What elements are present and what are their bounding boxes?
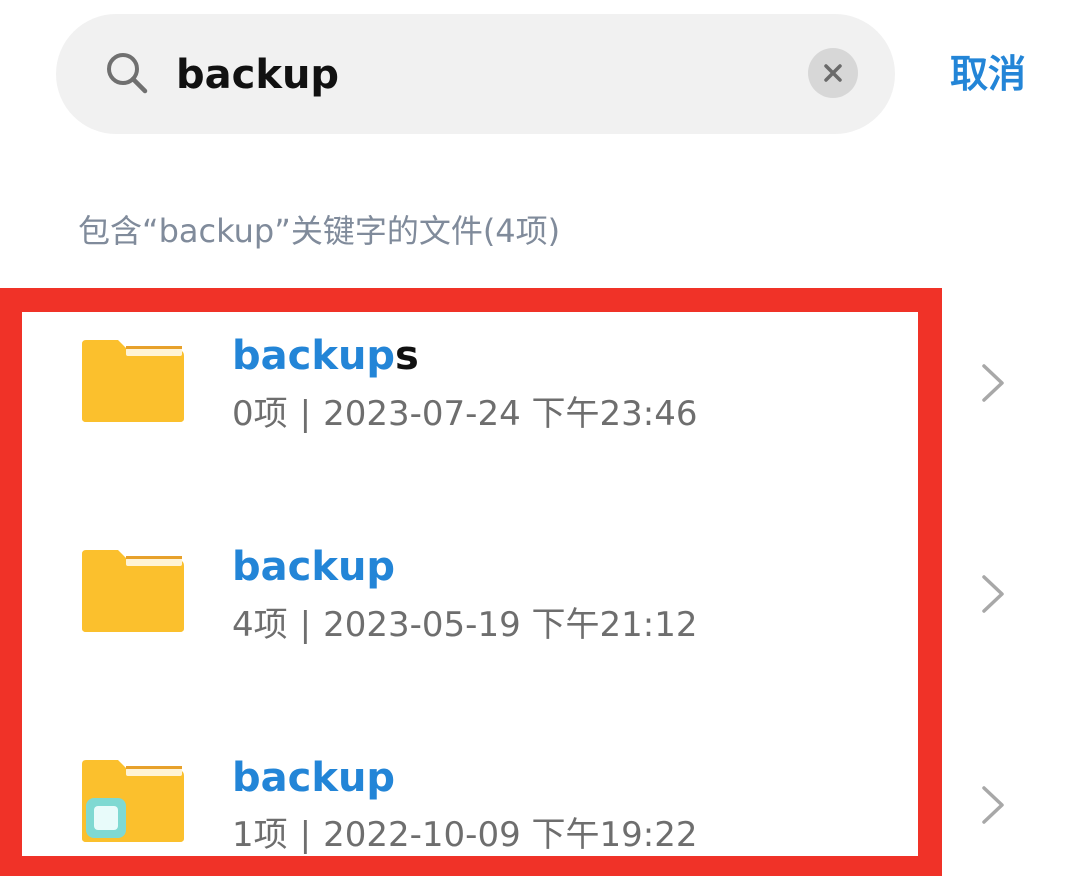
meta-separator: | <box>299 605 312 645</box>
file-name-rest: s <box>395 333 419 379</box>
file-meta: 1项 | 2022-10-09 下午19:22 <box>232 811 698 859</box>
file-name: backup <box>232 752 395 804</box>
file-meta: 4项 | 2023-05-19 下午21:12 <box>232 601 698 649</box>
item-count: 4项 <box>232 605 288 645</box>
file-name-match: backup <box>232 544 396 590</box>
meta-separator: | <box>299 394 312 434</box>
file-name: backups <box>232 330 419 382</box>
file-name-match: backup <box>232 333 396 379</box>
cancel-button[interactable]: 取消 <box>950 46 1026 102</box>
chevron-right-icon <box>982 364 1004 402</box>
modified-time: 2023-07-24 下午23:46 <box>323 394 698 434</box>
chevron-right-icon <box>982 786 1004 824</box>
meta-separator: | <box>299 815 312 855</box>
file-name: backup <box>232 541 395 593</box>
file-search-screen: 取消 包含“backup”关键字的文件(4项) backups 0项|2023-… <box>0 0 1080 892</box>
item-count: 1项 <box>232 815 288 855</box>
folder-icon <box>82 340 184 422</box>
modified-time: 2023-05-19 下午21:12 <box>323 605 698 645</box>
item-count: 0项 <box>232 394 288 434</box>
folder-with-app-badge-icon <box>82 760 184 842</box>
folder-icon <box>82 550 184 632</box>
clear-search-button[interactable] <box>808 48 858 98</box>
file-meta: 0项 | 2023-07-24 下午23:46 <box>232 390 698 438</box>
modified-time: 2022-10-09 下午19:22 <box>323 815 698 855</box>
results-header: 包含“backup”关键字的文件(4项) <box>78 212 561 250</box>
search-icon <box>107 53 148 94</box>
search-input[interactable] <box>176 40 776 110</box>
chevron-right-icon <box>982 575 1004 613</box>
file-name-match: backup <box>232 755 396 801</box>
close-icon <box>824 64 842 82</box>
